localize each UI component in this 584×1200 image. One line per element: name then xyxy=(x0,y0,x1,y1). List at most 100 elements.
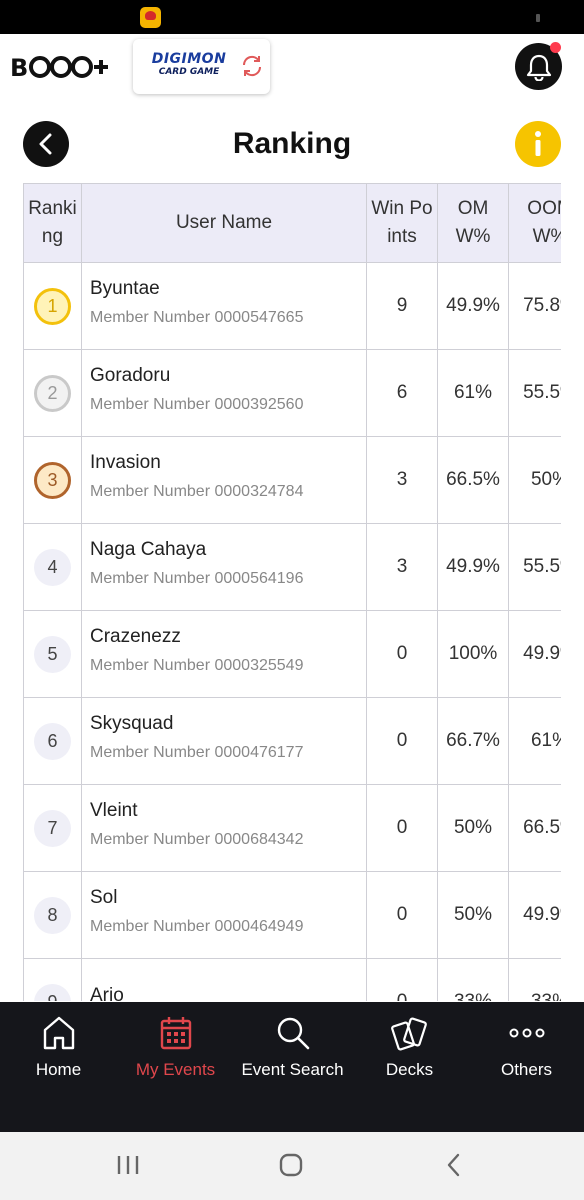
win-points-cell: 0 xyxy=(366,697,438,785)
user-cell: Crazenezz Member Number 0000325549 xyxy=(81,610,367,698)
column-header-ranking: Ranking xyxy=(23,183,82,263)
user-name: Sol xyxy=(90,887,118,908)
bottom-nav: Home My Events Event Search Decks Others xyxy=(0,1002,584,1132)
column-header-omw: OMW% xyxy=(437,183,509,263)
user-name: Goradoru xyxy=(90,365,171,386)
table-row[interactable]: 5 Crazenezz Member Number 0000325549 0 10… xyxy=(23,610,561,698)
nav-label: My Events xyxy=(135,1060,216,1079)
ranking-table-container[interactable]: Ranking User Name Win Points OMW% OOMW% … xyxy=(23,183,561,1001)
page-title: Ranking xyxy=(232,127,352,160)
omw-cell: 50% xyxy=(437,871,509,959)
bell-icon xyxy=(526,54,551,81)
oomw-cell: 50% xyxy=(508,436,561,524)
rank-cell: 1 xyxy=(23,262,82,350)
nav-label: Decks xyxy=(385,1060,434,1079)
bcg-logo-icon: B xyxy=(10,54,108,82)
user-cell: Invasion Member Number 0000324784 xyxy=(81,436,367,524)
digimon-logo-line2: CARD GAME xyxy=(158,67,220,77)
user-name: Invasion xyxy=(90,452,161,473)
table-row[interactable]: 7 Vleint Member Number 0000684342 0 50% 6… xyxy=(23,784,561,872)
status-bar xyxy=(0,0,584,34)
notification-badge xyxy=(550,42,561,53)
digimon-logo-line1: DIGIMON xyxy=(151,51,227,67)
rank-badge: 7 xyxy=(34,809,71,847)
member-number: Member Number 0000325549 xyxy=(90,657,304,674)
user-cell: Sol Member Number 0000464949 xyxy=(81,871,367,959)
user-cell: Naga Cahaya Member Number 0000564196 xyxy=(81,523,367,611)
user-cell: Ario xyxy=(81,958,367,1001)
user-name: Crazenezz xyxy=(90,626,181,647)
rank-cell: 5 xyxy=(23,610,82,698)
nav-item-home[interactable]: Home xyxy=(0,1014,117,1080)
omw-cell: 33% xyxy=(437,958,509,1001)
user-cell: Goradoru Member Number 0000392560 xyxy=(81,349,367,437)
cards-icon xyxy=(390,1017,427,1051)
nav-label: Event Search xyxy=(241,1060,344,1079)
omw-cell: 50% xyxy=(437,784,509,872)
omw-cell: 49.9% xyxy=(437,523,509,611)
rank-badge: 8 xyxy=(34,896,71,934)
win-points-cell: 0 xyxy=(366,958,438,1001)
win-points-cell: 9 xyxy=(366,262,438,350)
user-cell: Vleint Member Number 0000684342 xyxy=(81,784,367,872)
table-row[interactable]: 6 Skysquad Member Number 0000476177 0 66.… xyxy=(23,697,561,785)
user-name: Vleint xyxy=(90,800,138,821)
win-points-cell: 3 xyxy=(366,523,438,611)
member-number: Member Number 0000392560 xyxy=(90,396,304,413)
rank-cell: 6 xyxy=(23,697,82,785)
rank-badge: 5 xyxy=(34,635,71,673)
nav-item-event-search[interactable]: Event Search xyxy=(234,1014,351,1080)
recent-apps-icon[interactable] xyxy=(116,1154,140,1176)
table-row[interactable]: 3 Invasion Member Number 0000324784 3 66.… xyxy=(23,436,561,524)
omw-cell: 49.9% xyxy=(437,262,509,350)
nav-item-my-events[interactable]: My Events xyxy=(117,1014,234,1080)
svg-text:B: B xyxy=(10,54,27,82)
more-icon xyxy=(509,1028,544,1038)
oomw-cell: 66.5% xyxy=(508,784,561,872)
table-header-row: Ranking User Name Win Points OMW% OOMW% xyxy=(23,183,561,263)
table-row[interactable]: 1 Byuntae Member Number 0000547665 9 49.9… xyxy=(23,262,561,350)
signal-icon xyxy=(536,14,540,22)
user-name: Ario xyxy=(90,985,124,1001)
nav-item-decks[interactable]: Decks xyxy=(351,1014,468,1080)
info-icon xyxy=(535,131,541,156)
omw-cell: 61% xyxy=(437,349,509,437)
oomw-cell: 55.5% xyxy=(508,523,561,611)
omw-cell: 66.5% xyxy=(437,436,509,524)
table-row[interactable]: 9 Ario 0 33% 33% xyxy=(23,958,561,1001)
table-row[interactable]: 2 Goradoru Member Number 0000392560 6 61%… xyxy=(23,349,561,437)
nav-label: Home xyxy=(35,1060,82,1079)
bcg-logo[interactable]: B xyxy=(10,52,110,82)
game-selector[interactable]: DIGIMON CARD GAME xyxy=(133,39,270,94)
column-header-user-name: User Name xyxy=(81,183,367,263)
system-back-icon[interactable] xyxy=(446,1153,462,1177)
user-name: Skysquad xyxy=(90,713,174,734)
info-button[interactable] xyxy=(515,121,561,167)
calendar-icon xyxy=(160,1017,191,1050)
member-number: Member Number 0000476177 xyxy=(90,744,304,761)
rank-badge-gold: 1 xyxy=(34,287,71,325)
table-row[interactable]: 4 Naga Cahaya Member Number 0000564196 3 … xyxy=(23,523,561,611)
table-row[interactable]: 8 Sol Member Number 0000464949 0 50% 49.9… xyxy=(23,871,561,959)
nav-item-others[interactable]: Others xyxy=(468,1014,584,1080)
member-number: Member Number 0000324784 xyxy=(90,483,304,500)
rank-cell: 9 xyxy=(23,958,82,1001)
back-button[interactable] xyxy=(23,121,69,167)
member-number: Member Number 0000547665 xyxy=(90,309,304,326)
member-number: Member Number 0000564196 xyxy=(90,570,304,587)
oomw-cell: 49.9% xyxy=(508,610,561,698)
home-button-icon[interactable] xyxy=(279,1153,303,1177)
user-name: Naga Cahaya xyxy=(90,539,207,560)
rank-cell: 2 xyxy=(23,349,82,437)
rank-badge: 4 xyxy=(34,548,71,586)
win-points-cell: 0 xyxy=(366,784,438,872)
switch-game-icon xyxy=(242,55,262,77)
oomw-cell: 61% xyxy=(508,697,561,785)
rank-badge-silver: 2 xyxy=(34,374,71,412)
oomw-cell: 49.9% xyxy=(508,871,561,959)
column-header-win-points: Win Points xyxy=(366,183,438,263)
win-points-cell: 0 xyxy=(366,871,438,959)
column-header-oomw: OOMW% xyxy=(508,183,561,263)
digimon-logo: DIGIMON CARD GAME xyxy=(143,51,235,79)
rank-badge-bronze: 3 xyxy=(34,461,71,499)
